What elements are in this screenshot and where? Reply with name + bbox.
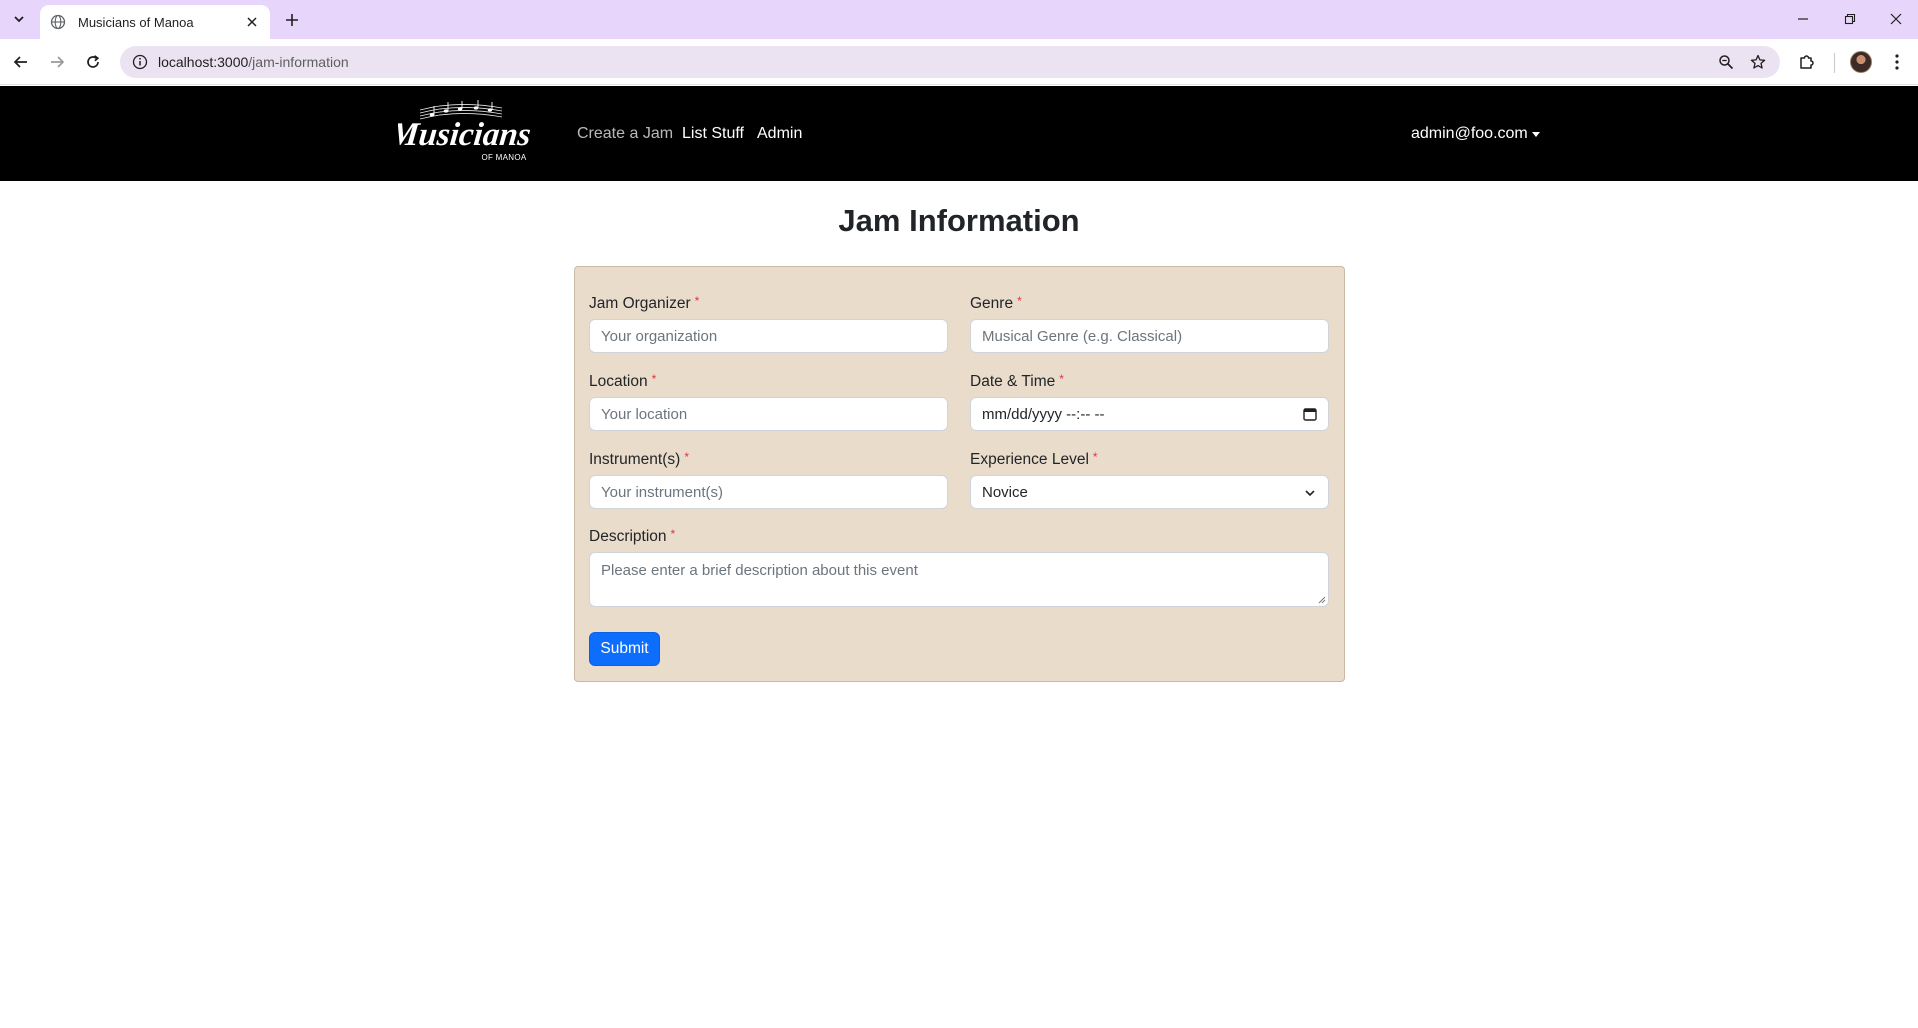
avatar <box>1850 51 1872 73</box>
organizer-label: Jam Organizer * <box>589 291 699 314</box>
genre-label: Genre * <box>970 291 1022 314</box>
organizer-input[interactable]: Your organization <box>589 319 948 353</box>
required-marker: * <box>1017 294 1022 308</box>
required-marker: * <box>684 450 689 464</box>
chevron-down-icon <box>1305 490 1315 497</box>
user-email: admin@foo.com <box>1411 125 1528 142</box>
datetime-input[interactable]: mm/dd/yyyy --:-- -- <box>970 397 1329 431</box>
experience-select[interactable]: Novice <box>970 475 1329 509</box>
brand-sub: OF MANOA <box>481 153 526 162</box>
browser-menu-button[interactable] <box>1884 49 1910 75</box>
tab-search-button[interactable] <box>8 8 30 30</box>
toolbar-divider <box>1834 53 1835 73</box>
description-placeholder: Please enter a brief description about t… <box>601 562 918 579</box>
zoom-icon[interactable] <box>1718 46 1734 78</box>
bookmark-star-icon[interactable] <box>1750 46 1766 78</box>
url-path: /jam-information <box>248 54 349 70</box>
tab-title: Musicians of Manoa <box>78 14 194 30</box>
minimize-window-button[interactable] <box>1789 6 1817 32</box>
minimize-icon <box>1798 18 1808 20</box>
musicians-logo: Musicians OF MANOA <box>387 100 533 162</box>
description-textarea[interactable]: Please enter a brief description about t… <box>589 552 1329 607</box>
restore-window-button[interactable] <box>1836 6 1864 32</box>
app-navbar: Musicians OF MANOA Create a Jam List Stu… <box>0 86 1918 181</box>
required-marker: * <box>670 527 676 541</box>
brand-logo[interactable]: Musicians OF MANOA <box>387 98 533 168</box>
required-marker: * <box>1092 450 1098 464</box>
browser-tabstrip: Musicians of Manoa <box>0 0 1918 39</box>
close-tab-icon[interactable] <box>244 14 260 30</box>
caret-down-icon <box>1531 132 1540 137</box>
close-window-button[interactable] <box>1882 6 1910 32</box>
submit-button[interactable]: Submit <box>589 632 660 666</box>
jam-information-form: Jam Organizer * Your organization Genre * … <box>574 266 1345 682</box>
new-tab-button[interactable] <box>281 9 303 31</box>
resize-grip-icon[interactable] <box>1317 595 1326 604</box>
experience-selected-value: Novice <box>982 483 1028 501</box>
location-label-text: Location <box>589 373 648 390</box>
profile-button[interactable] <box>1848 49 1874 75</box>
datetime-label-text: Date & Time <box>970 373 1056 390</box>
reload-icon <box>87 55 100 68</box>
description-label-text: Description <box>589 528 667 545</box>
globe-icon <box>50 14 66 30</box>
organizer-label-text: Jam Organizer <box>589 295 691 312</box>
datetime-value: mm/dd/yyyy --:-- -- <box>982 405 1105 423</box>
browser-tab-active[interactable]: Musicians of Manoa <box>40 5 270 39</box>
experience-label-text: Experience Level <box>970 451 1089 468</box>
back-button[interactable] <box>8 49 34 75</box>
calendar-icon[interactable] <box>1303 407 1317 421</box>
page-title: Jam Information <box>838 203 1080 238</box>
restore-icon <box>1844 13 1856 25</box>
arrow-right-icon <box>51 56 65 68</box>
url-text: localhost:3000/jam-information <box>158 54 349 70</box>
user-dropdown[interactable]: admin@foo.com <box>1411 124 1540 144</box>
more-vertical-icon <box>1895 54 1899 70</box>
instruments-label-text: Instrument(s) <box>589 451 681 468</box>
nav-create-jam[interactable]: Create a Jam <box>577 124 673 144</box>
genre-input[interactable]: Musical Genre (e.g. Classical) <box>970 319 1329 353</box>
chevron-down-icon <box>14 16 24 23</box>
url-host: localhost:3000 <box>158 54 249 70</box>
arrow-left-icon <box>13 56 27 68</box>
instruments-label: Instrument(s) * <box>589 447 689 470</box>
nav-list-stuff[interactable]: List Stuff <box>682 124 744 144</box>
extensions-button[interactable] <box>1794 49 1820 75</box>
site-info-icon[interactable] <box>132 54 148 70</box>
close-icon <box>1890 13 1902 25</box>
forward-button[interactable] <box>44 49 70 75</box>
required-marker: * <box>651 372 657 386</box>
nav-admin[interactable]: Admin <box>757 124 802 144</box>
brand-main: Musicians <box>398 117 530 153</box>
address-bar[interactable]: localhost:3000/jam-information <box>120 46 1780 78</box>
location-input[interactable]: Your location <box>589 397 948 431</box>
browser-toolbar: localhost:3000/jam-information <box>0 39 1918 85</box>
genre-label-text: Genre <box>970 295 1014 312</box>
puzzle-icon <box>1800 55 1814 69</box>
instruments-input[interactable]: Your instrument(s) <box>589 475 948 509</box>
required-marker: * <box>1059 372 1064 386</box>
location-label: Location * <box>589 369 656 392</box>
datetime-label: Date & Time * <box>970 369 1064 392</box>
experience-label: Experience Level * <box>970 447 1098 470</box>
required-marker: * <box>694 294 700 308</box>
plus-icon <box>286 14 298 26</box>
description-label: Description * <box>589 524 675 547</box>
reload-button[interactable] <box>80 49 106 75</box>
